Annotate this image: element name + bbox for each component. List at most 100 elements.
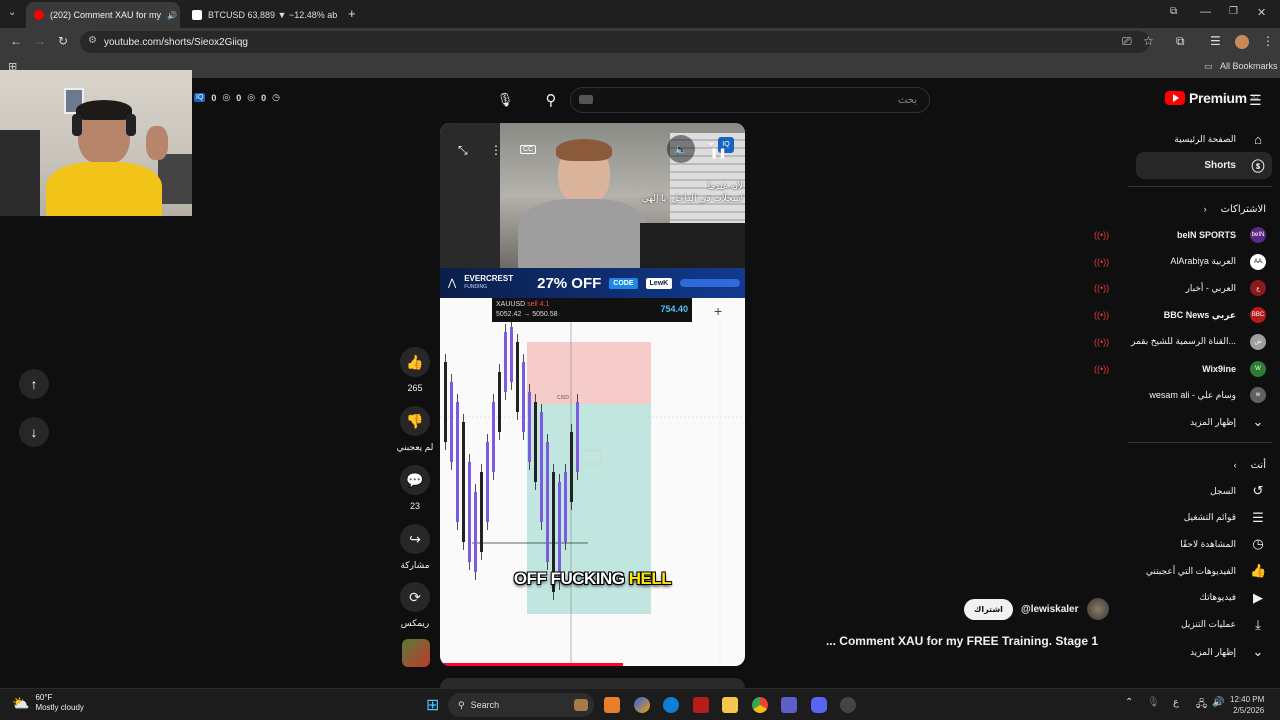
you-header[interactable]: ‹ أنت bbox=[1126, 452, 1266, 478]
windows-start-icon[interactable]: ⊞ bbox=[426, 695, 439, 715]
address-bar[interactable]: ⚙ youtube.com/shorts/Sieox2Giiqg bbox=[80, 31, 1150, 53]
channel-avatar[interactable] bbox=[1086, 598, 1109, 620]
progress-track[interactable] bbox=[440, 663, 745, 666]
short-video-player[interactable]: ⤡ ⋮ CC 🔈 ⌄ IQ ❚❚ لأنه عندما سجلات في الد… bbox=[440, 123, 745, 666]
pause-icon[interactable]: ❚❚ bbox=[710, 148, 727, 159]
sidebar-item-playlists[interactable]: قوائم التشغيل ☰ bbox=[1126, 505, 1266, 531]
guide-menu-icon[interactable]: ☰ bbox=[1249, 92, 1262, 109]
weather-widget[interactable]: ⛅ 60°F Mostly cloudy bbox=[12, 693, 84, 713]
keyboard-icon[interactable] bbox=[579, 95, 593, 104]
youtube-favicon-icon bbox=[34, 10, 44, 20]
sidebar-item-label: Shorts bbox=[1204, 159, 1236, 171]
youtube-premium-logo[interactable]: Premium JO bbox=[1165, 90, 1258, 106]
captions-button[interactable]: CC bbox=[520, 145, 537, 154]
reading-list-icon[interactable]: ☰ bbox=[1210, 34, 1221, 48]
all-bookmarks-link[interactable]: All Bookmarks bbox=[1220, 61, 1278, 71]
tab-search-icon[interactable]: ⌄ bbox=[8, 7, 16, 18]
next-short-button[interactable]: ↓ bbox=[19, 417, 49, 447]
audio-icon[interactable]: 🔊 bbox=[167, 11, 177, 20]
stat-value: 0 bbox=[211, 92, 217, 103]
tab-tradingview[interactable]: BTCUSD 63,889 ▼ −12.48% ab ✕ bbox=[184, 2, 344, 28]
chrome-icon[interactable] bbox=[752, 697, 768, 713]
close-tab-icon[interactable]: ✕ bbox=[343, 9, 344, 22]
game-app-icon[interactable] bbox=[693, 697, 709, 713]
more-options-icon[interactable]: ⋮ bbox=[490, 143, 502, 157]
tab-strip-icon[interactable]: ⧉ bbox=[1170, 6, 1177, 17]
show-more-you[interactable]: إظهار المزيد ⌄ bbox=[1126, 639, 1266, 665]
forward-icon[interactable]: → bbox=[34, 34, 46, 48]
subscription-channel[interactable]: ((•)) AlArabiya العربية AA bbox=[1094, 249, 1266, 275]
clock[interactable]: 12:40 PM 2/5/2026 bbox=[1230, 694, 1264, 716]
back-icon[interactable]: ← bbox=[10, 34, 22, 48]
subscriptions-header[interactable]: › الاشتراكات bbox=[1126, 196, 1266, 222]
section-title: أنت bbox=[1250, 459, 1266, 471]
subscription-channel[interactable]: ((•)) Wix9ine W bbox=[1094, 356, 1266, 382]
browser-toolbar: ← → ↻ ⚙ youtube.com/shorts/Sieox2Giiqg ⎚… bbox=[0, 28, 1280, 56]
volume-icon[interactable]: 🔊 bbox=[1212, 697, 1224, 708]
channel-name: beIN SPORTS bbox=[1176, 230, 1236, 240]
channel-avatar: ش bbox=[1250, 333, 1266, 350]
subscribe-button[interactable]: اشتراك bbox=[964, 598, 1013, 620]
profile-avatar[interactable] bbox=[1235, 35, 1249, 49]
channel-handle[interactable]: @lewiskaler bbox=[1021, 604, 1079, 615]
ad-brand: EVERCREST bbox=[464, 274, 514, 283]
tab-youtube[interactable]: (202) Comment XAU for my 🔊 ✕ bbox=[26, 2, 180, 28]
minimize-button[interactable]: — bbox=[1200, 6, 1211, 18]
dislike-button[interactable]: 👎 لم يعجبني bbox=[395, 406, 435, 453]
file-explorer-icon[interactable] bbox=[722, 697, 738, 713]
voice-search-button[interactable]: 🎙 bbox=[492, 87, 518, 113]
new-tab-button[interactable]: + bbox=[348, 6, 356, 21]
search-input[interactable]: بحث bbox=[570, 87, 930, 113]
previous-short-button[interactable]: ↑ bbox=[19, 369, 49, 399]
cast-icon[interactable]: ⎚ bbox=[1122, 34, 1132, 49]
remix-button[interactable]: ⟳ ريمكس bbox=[395, 582, 435, 629]
sidebar-item-label: الفيديوهات التي أعجبتني bbox=[1145, 565, 1236, 576]
extensions-icon[interactable]: ⧉ bbox=[1176, 34, 1185, 49]
app-icon[interactable] bbox=[840, 697, 856, 713]
sidebar-item-liked-videos[interactable]: الفيديوهات التي أعجبتني 👍 bbox=[1126, 558, 1266, 584]
sidebar-item-watch-later[interactable]: المشاهدة لاحقًا ◷ bbox=[1126, 531, 1266, 557]
subscription-channel[interactable]: ((•)) العربي - أخبار ع bbox=[1094, 275, 1266, 301]
chevron-down-icon[interactable]: ⌄ bbox=[707, 137, 715, 148]
copilot-icon[interactable] bbox=[634, 697, 650, 713]
discord-icon[interactable] bbox=[811, 697, 827, 713]
sidebar-item-history[interactable]: السجل ↺ bbox=[1126, 478, 1266, 504]
search-button[interactable]: ⚲ bbox=[538, 87, 564, 113]
short-title[interactable]: ... Comment XAU for my FREE Training. St… bbox=[800, 634, 1098, 648]
subscription-channel[interactable]: ((•)) القناة الرسمية للشيخ بقمر... ش bbox=[1094, 329, 1266, 355]
show-more-subscriptions[interactable]: إظهار المزيد ⌄ bbox=[1126, 409, 1266, 435]
sidebar-item-downloads[interactable]: عمليات التنزيل ⤓ bbox=[1126, 612, 1266, 638]
sidebar-item-your-videos[interactable]: فيديوهاتك ▶ bbox=[1126, 585, 1266, 611]
maximize-button[interactable]: ❐ bbox=[1229, 6, 1238, 17]
close-window-button[interactable]: ✕ bbox=[1257, 6, 1266, 19]
ad-url-pill bbox=[680, 279, 741, 287]
subscription-channel[interactable]: ((•)) beIN SPORTS beIN bbox=[1094, 222, 1266, 248]
taskbar-search[interactable]: ⚲ Search bbox=[448, 693, 594, 717]
site-info-icon[interactable]: ⚙ bbox=[88, 35, 97, 46]
expand-icon[interactable]: ⤡ bbox=[458, 143, 468, 158]
reload-icon[interactable]: ↻ bbox=[58, 34, 68, 48]
like-button[interactable]: 👍 265 bbox=[400, 347, 430, 393]
taskbar-search-label: Search bbox=[470, 700, 500, 710]
sidebar-item-home[interactable]: الصفحة الرئيسية ⌂ bbox=[1126, 126, 1266, 152]
trade-pnl: 754.40 bbox=[660, 304, 688, 314]
comments-button[interactable]: 💬 23 bbox=[400, 465, 430, 511]
next-short-preview[interactable] bbox=[440, 678, 745, 688]
teams-icon[interactable] bbox=[781, 697, 797, 713]
microphone-icon[interactable]: 🎙 bbox=[1147, 697, 1160, 708]
sound-thumbnail[interactable] bbox=[402, 639, 430, 667]
candle-body bbox=[510, 327, 513, 382]
network-icon[interactable]: 🖧 bbox=[1196, 697, 1207, 714]
bookmark-star-icon[interactable]: ☆ bbox=[1143, 34, 1154, 48]
volume-button[interactable]: 🔈 bbox=[667, 135, 695, 163]
edge-icon[interactable] bbox=[663, 697, 679, 713]
candle-body bbox=[522, 362, 525, 432]
language-indicator[interactable]: ع bbox=[1173, 697, 1179, 708]
share-button[interactable]: ↪ مشاركة bbox=[395, 524, 435, 571]
subscription-channel[interactable]: ((•)) BBC News عربي BBC bbox=[1094, 302, 1266, 328]
app-icon[interactable] bbox=[604, 697, 620, 713]
sidebar-item-shorts[interactable]: Shorts ⓢ bbox=[1126, 152, 1266, 178]
chevron-up-icon[interactable]: ⌃ bbox=[1125, 697, 1133, 708]
menu-icon[interactable]: ⋮ bbox=[1262, 34, 1274, 48]
subscription-channel[interactable]: wesam ali - وسام علي w bbox=[1116, 382, 1266, 408]
